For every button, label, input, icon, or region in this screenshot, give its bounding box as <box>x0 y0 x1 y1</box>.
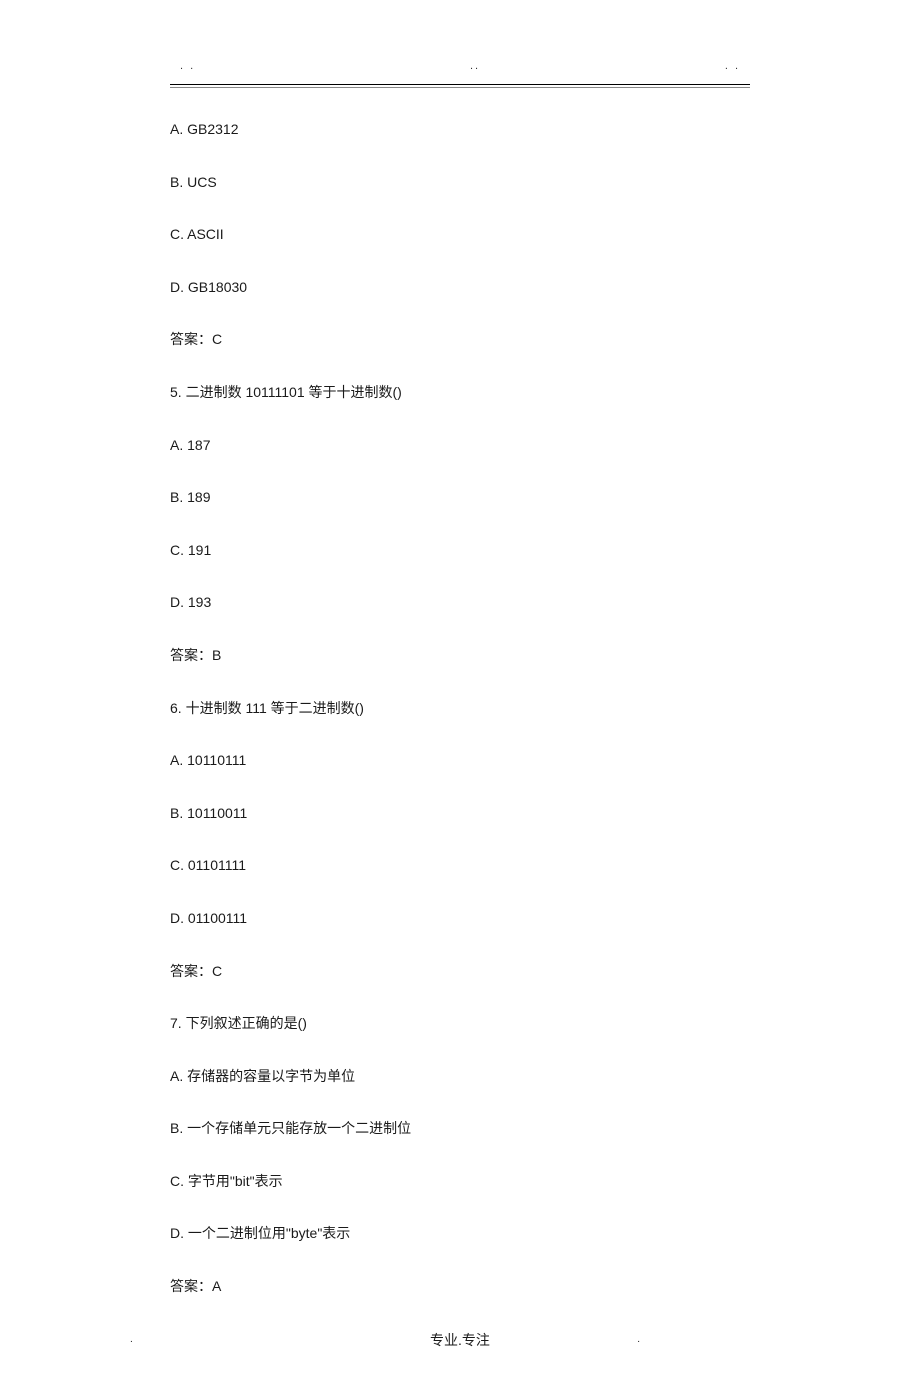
q4-option-d: D. GB18030 <box>170 278 750 298</box>
footer-dot-left: . <box>130 1334 133 1345</box>
q5-option-a: A. 187 <box>170 436 750 456</box>
q7-stem: 7. 下列叙述正确的是() <box>170 1014 750 1034</box>
header-dot-left: . . <box>180 60 195 72</box>
footer-text: 专业.专注 <box>430 1332 490 1348</box>
q5-option-c: C. 191 <box>170 541 750 561</box>
q7-option-a: A. 存储器的容量以字节为单位 <box>170 1067 750 1087</box>
header-rule <box>170 84 750 88</box>
q7-answer: 答案：A <box>170 1277 750 1297</box>
q4-option-c: C. ASCII <box>170 225 750 245</box>
q6-stem: 6. 十进制数 111 等于二进制数() <box>170 699 750 719</box>
q5-option-d: D. 193 <box>170 593 750 613</box>
q6-option-b: B. 10110011 <box>170 804 750 824</box>
q5-answer: 答案：B <box>170 646 750 666</box>
q6-option-d: D. 01100111 <box>170 909 750 929</box>
q4-answer: 答案：C <box>170 330 750 350</box>
header-dot-center: .. <box>470 60 480 72</box>
q6-option-a: A. 10110111 <box>170 751 750 771</box>
q6-answer: 答案：C <box>170 962 750 982</box>
q7-option-c: C. 字节用"bit"表示 <box>170 1172 750 1192</box>
q5-stem: 5. 二进制数 10111101 等于十进制数() <box>170 383 750 403</box>
footer-dot-right: . <box>637 1334 640 1345</box>
page-footer: . 专业.专注 . <box>170 1330 750 1350</box>
q4-option-b: B. UCS <box>170 173 750 193</box>
q6-option-c: C. 01101111 <box>170 856 750 876</box>
q7-option-d: D. 一个二进制位用"byte"表示 <box>170 1224 750 1244</box>
q4-option-a: A. GB2312 <box>170 120 750 140</box>
header-dot-right: . . <box>725 60 740 72</box>
document-page: . . .. . . A. GB2312 B. UCS C. ASCII D. … <box>0 0 920 1390</box>
header-marks: . . .. . . <box>170 60 750 80</box>
q7-option-b: B. 一个存储单元只能存放一个二进制位 <box>170 1119 750 1139</box>
q5-option-b: B. 189 <box>170 488 750 508</box>
